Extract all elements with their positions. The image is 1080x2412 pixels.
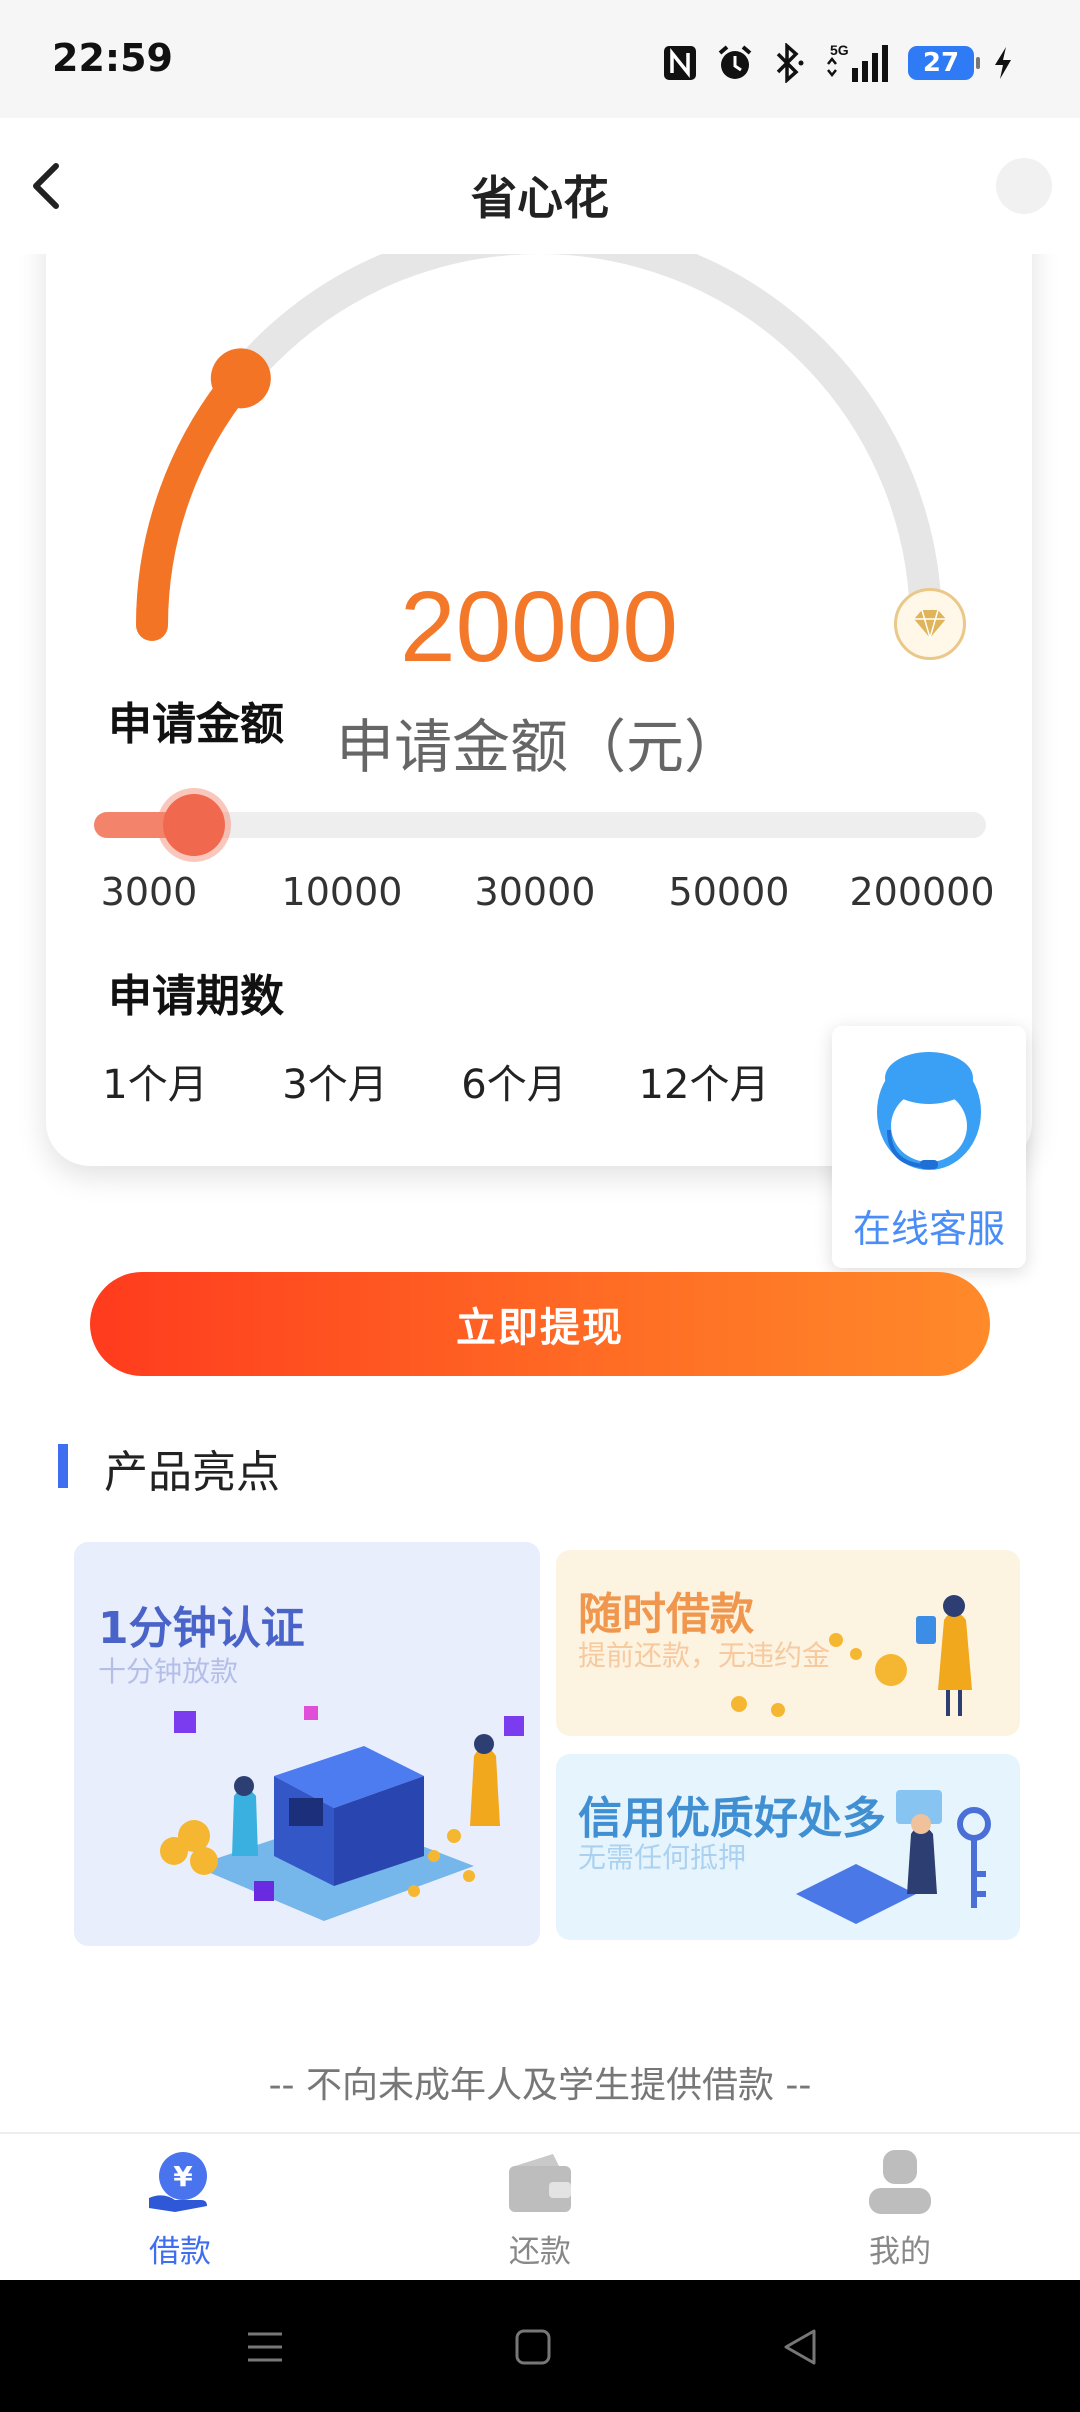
wallet-icon	[505, 2148, 575, 2218]
bottom-tab-bar: ¥ 借款 还款 我的	[0, 2132, 1080, 2282]
status-bar: 22:59 5G 27	[0, 0, 1080, 118]
amount-option[interactable]: 200000	[849, 870, 994, 914]
term-option[interactable]: 3个月	[282, 1052, 387, 1110]
amount-slider-track[interactable]	[94, 812, 986, 838]
amount-option[interactable]: 30000	[475, 870, 596, 914]
tab-repay[interactable]: 还款	[360, 2134, 720, 2282]
loan-amount-value: 20000	[399, 571, 679, 683]
server-illustration-icon	[160, 1706, 524, 1921]
status-time: 22:59	[52, 36, 173, 80]
tab-label: 借款	[149, 2234, 211, 2270]
home-icon[interactable]	[508, 2322, 558, 2372]
charging-icon	[992, 45, 1014, 81]
header-more-icon[interactable]	[996, 158, 1052, 214]
tab-label: 我的	[869, 2234, 931, 2270]
battery-level: 27	[922, 48, 960, 78]
feature-card-quick-auth[interactable]: 1分钟认证 十分钟放款	[74, 1542, 540, 1946]
app-header: 省心花	[0, 118, 1080, 254]
bluetooth-icon	[772, 43, 806, 83]
battery-icon: 27	[908, 46, 980, 80]
customer-service-label: 在线客服	[852, 1207, 1005, 1251]
feature-title: 1分钟认证	[98, 1603, 305, 1654]
amount-section-label: 申请金额	[108, 699, 284, 750]
feature-card-credit-benefits[interactable]: 信用优质好处多 无需任何抵押	[556, 1754, 1020, 1940]
amount-option[interactable]: 10000	[282, 870, 403, 914]
svg-text:¥: ¥	[173, 2160, 193, 2193]
nfc-icon	[662, 44, 698, 82]
tab-label: 还款	[509, 2234, 571, 2270]
menu-icon[interactable]	[240, 2322, 290, 2372]
tab-profile[interactable]: 我的	[720, 2134, 1080, 2282]
coins-illustration-icon	[731, 1595, 972, 1717]
highlights-title: 产品亮点	[104, 1447, 280, 1498]
withdraw-now-button[interactable]: 立即提现	[90, 1272, 990, 1376]
term-option[interactable]: 12个月	[639, 1052, 770, 1110]
term-section-label: 申请期数	[108, 971, 284, 1022]
feature-subtitle: 十分钟放款	[98, 1655, 239, 1688]
signal-icon: 5G	[824, 42, 890, 84]
loan-yen-icon: ¥	[145, 2148, 215, 2218]
amount-slider-thumb[interactable]	[163, 794, 226, 856]
back-icon[interactable]	[776, 2322, 826, 2372]
status-icons: 5G 27	[662, 38, 1014, 88]
page-title: 省心花	[471, 171, 609, 225]
disclaimer: -- 不向未成年人及学生提供借款 --	[268, 2065, 812, 2106]
customer-service-button[interactable]: 在线客服	[832, 1026, 1026, 1268]
term-option[interactable]: 1个月	[102, 1052, 207, 1110]
term-option[interactable]: 6个月	[461, 1052, 566, 1110]
amount-options: 3000 10000 30000 50000 200000	[60, 870, 1020, 920]
svg-text:5G: 5G	[830, 42, 849, 58]
system-nav-bar	[0, 2280, 1080, 2412]
alarm-icon	[716, 44, 754, 82]
key-illustration-icon	[796, 1790, 991, 1924]
highlights-accent-bar	[58, 1444, 68, 1488]
profile-icon	[865, 2148, 935, 2218]
tab-loan[interactable]: ¥ 借款	[0, 2134, 360, 2282]
feature-card-flexible-loan[interactable]: 随时借款 提前还款，无违约金	[556, 1550, 1020, 1736]
agent-headset-icon	[877, 1052, 981, 1170]
amount-option[interactable]: 3000	[101, 870, 198, 914]
amount-option[interactable]: 50000	[669, 870, 790, 914]
